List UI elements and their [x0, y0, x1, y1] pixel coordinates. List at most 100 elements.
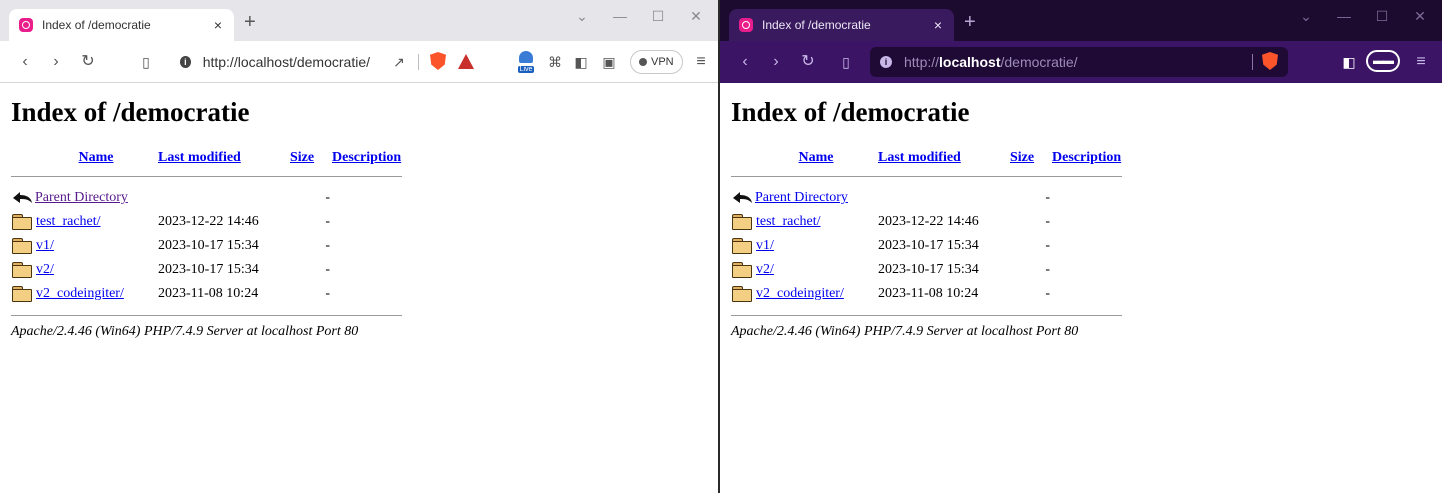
minimize-icon[interactable]: —: [1334, 8, 1354, 25]
modified-cell: 2023-10-17 15:34: [158, 238, 259, 253]
folder-link[interactable]: v2/: [756, 262, 774, 277]
site-info-icon[interactable]: i: [180, 56, 191, 68]
parent-directory-link[interactable]: Parent Directory: [35, 190, 128, 205]
back-arrow-icon: [732, 190, 753, 205]
tab-strip: Index of /democratie × + ⌄ — ☐ ✕: [0, 0, 718, 41]
folder-link[interactable]: v2/: [36, 262, 54, 277]
sort-by-name-link[interactable]: Name: [79, 150, 114, 165]
modified-cell: 2023-10-17 15:34: [878, 238, 979, 253]
size-cell: -: [1045, 190, 1050, 205]
address-bar[interactable]: i http://localhost/democratie/: [870, 47, 1288, 77]
modified-cell: 2023-11-08 10:24: [158, 286, 259, 301]
folder-icon: [12, 286, 32, 303]
share-icon[interactable]: ↗: [388, 51, 410, 73]
size-cell: -: [1045, 262, 1050, 277]
sort-by-date-link[interactable]: Last modified: [158, 150, 241, 165]
icon-header: [11, 150, 35, 167]
extensions-icon[interactable]: ⌘: [544, 51, 566, 73]
forward-icon[interactable]: ›: [45, 51, 67, 73]
size-header: Size: [1009, 150, 1051, 167]
folder-link[interactable]: v1/: [756, 238, 774, 253]
right-browser-window: Index of /democratie × + ⌄ — ☐ ✕ ‹ › ↻ ▯…: [720, 0, 1442, 493]
tab-favicon-icon: [19, 18, 33, 32]
description-header: Description: [331, 150, 402, 167]
address-url-host: localhost: [939, 54, 1001, 70]
table-row: v1/ 2023-10-17 15:34 -: [11, 234, 402, 258]
close-tab-icon[interactable]: ×: [930, 17, 946, 33]
toolbar-divider: [1252, 54, 1253, 70]
page-title: Index of /democratie: [731, 97, 970, 127]
folder-icon: [732, 286, 752, 303]
folder-link[interactable]: v2_codeingiter/: [756, 286, 844, 301]
table-row: test_rachet/ 2023-12-22 14:46 -: [731, 210, 1122, 234]
tab-index-democratie[interactable]: Index of /democratie ×: [9, 9, 234, 41]
table-row: v2_codeingiter/ 2023-11-08 10:24 -: [11, 282, 402, 306]
tab-title: Index of /democratie: [42, 18, 151, 32]
wallet-icon[interactable]: ▣: [598, 51, 620, 73]
bookmark-icon[interactable]: ▯: [835, 51, 857, 73]
tab-index-democratie[interactable]: Index of /democratie ×: [729, 9, 954, 41]
last-modified-header: Last modified: [877, 150, 1009, 167]
folder-icon: [12, 214, 32, 231]
sidebar-icon[interactable]: ◧: [1338, 51, 1360, 73]
folder-link[interactable]: test_rachet/: [756, 214, 821, 229]
back-icon[interactable]: ‹: [734, 51, 756, 73]
sidebar-icon[interactable]: ◧: [570, 51, 592, 73]
minimize-icon[interactable]: —: [610, 8, 630, 25]
maximize-icon[interactable]: ☐: [648, 8, 668, 25]
modified-cell: 2023-11-08 10:24: [878, 286, 979, 301]
server-signature: Apache/2.4.46 (Win64) PHP/7.4.9 Server a…: [11, 324, 359, 339]
window-controls: ⌄ — ☐ ✕: [572, 8, 706, 25]
sort-by-name-link[interactable]: Name: [799, 150, 834, 165]
sort-by-description-link[interactable]: Description: [1052, 150, 1121, 165]
maximize-icon[interactable]: ☐: [1372, 8, 1392, 25]
site-info-icon[interactable]: i: [880, 56, 892, 68]
sort-by-size-link[interactable]: Size: [1010, 150, 1034, 165]
menu-icon[interactable]: ≡: [1410, 51, 1432, 73]
tab-strip: Index of /democratie × + ⌄ — ☐ ✕: [720, 0, 1442, 41]
folder-link[interactable]: v1/: [36, 238, 54, 253]
forward-icon[interactable]: ›: [765, 51, 787, 73]
close-tab-icon[interactable]: ×: [210, 17, 226, 33]
table-row: v2/ 2023-10-17 15:34 -: [731, 258, 1122, 282]
back-arrow-icon: [12, 190, 33, 205]
table-row: v2_codeingiter/ 2023-11-08 10:24 -: [731, 282, 1122, 306]
divider: [731, 176, 1123, 177]
live-badge: Live: [517, 66, 535, 73]
table-row: v2/ 2023-10-17 15:34 -: [11, 258, 402, 282]
description-header: Description: [1051, 150, 1122, 167]
close-window-icon[interactable]: ✕: [686, 8, 706, 25]
browser-toolbar: ‹ › ↻ ▯ i http://localhost/democratie/ ↗…: [0, 41, 718, 83]
brave-rewards-icon[interactable]: [458, 54, 474, 69]
tab-search-icon[interactable]: ⌄: [1296, 8, 1316, 25]
folder-link[interactable]: test_rachet/: [36, 214, 101, 229]
name-header: Name: [35, 150, 157, 167]
brave-shields-icon[interactable]: [430, 52, 446, 70]
server-signature: Apache/2.4.46 (Win64) PHP/7.4.9 Server a…: [731, 324, 1079, 339]
size-cell: -: [1045, 238, 1050, 253]
tab-search-icon[interactable]: ⌄: [572, 8, 592, 25]
sort-by-date-link[interactable]: Last modified: [878, 150, 961, 165]
folder-link[interactable]: v2_codeingiter/: [36, 286, 124, 301]
new-tab-icon[interactable]: +: [244, 12, 256, 32]
browser-toolbar: ‹ › ↻ ▯ i http://localhost/democratie/ ◧…: [720, 41, 1442, 83]
address-bar[interactable]: i http://localhost/democratie/: [170, 47, 370, 77]
toolbar-divider: [418, 54, 419, 70]
new-tab-icon[interactable]: +: [964, 12, 976, 32]
back-icon[interactable]: ‹: [14, 51, 36, 73]
folder-icon: [732, 262, 752, 279]
size-cell: -: [325, 190, 330, 205]
private-window-icon[interactable]: ▬▬: [1366, 50, 1400, 72]
reload-icon[interactable]: ↻: [797, 51, 819, 73]
reload-icon[interactable]: ↻: [77, 51, 99, 73]
live-extension-icon[interactable]: Live: [516, 51, 536, 73]
sort-by-description-link[interactable]: Description: [332, 150, 401, 165]
menu-icon[interactable]: ≡: [690, 51, 712, 73]
sort-by-size-link[interactable]: Size: [290, 150, 314, 165]
bookmark-icon[interactable]: ▯: [135, 51, 157, 73]
table-row: Parent Directory -: [11, 186, 402, 210]
vpn-button[interactable]: VPN: [630, 50, 683, 74]
parent-directory-link[interactable]: Parent Directory: [755, 190, 848, 205]
page-content: Index of /democratie Name Last modified …: [720, 83, 1442, 493]
close-window-icon[interactable]: ✕: [1410, 8, 1430, 25]
